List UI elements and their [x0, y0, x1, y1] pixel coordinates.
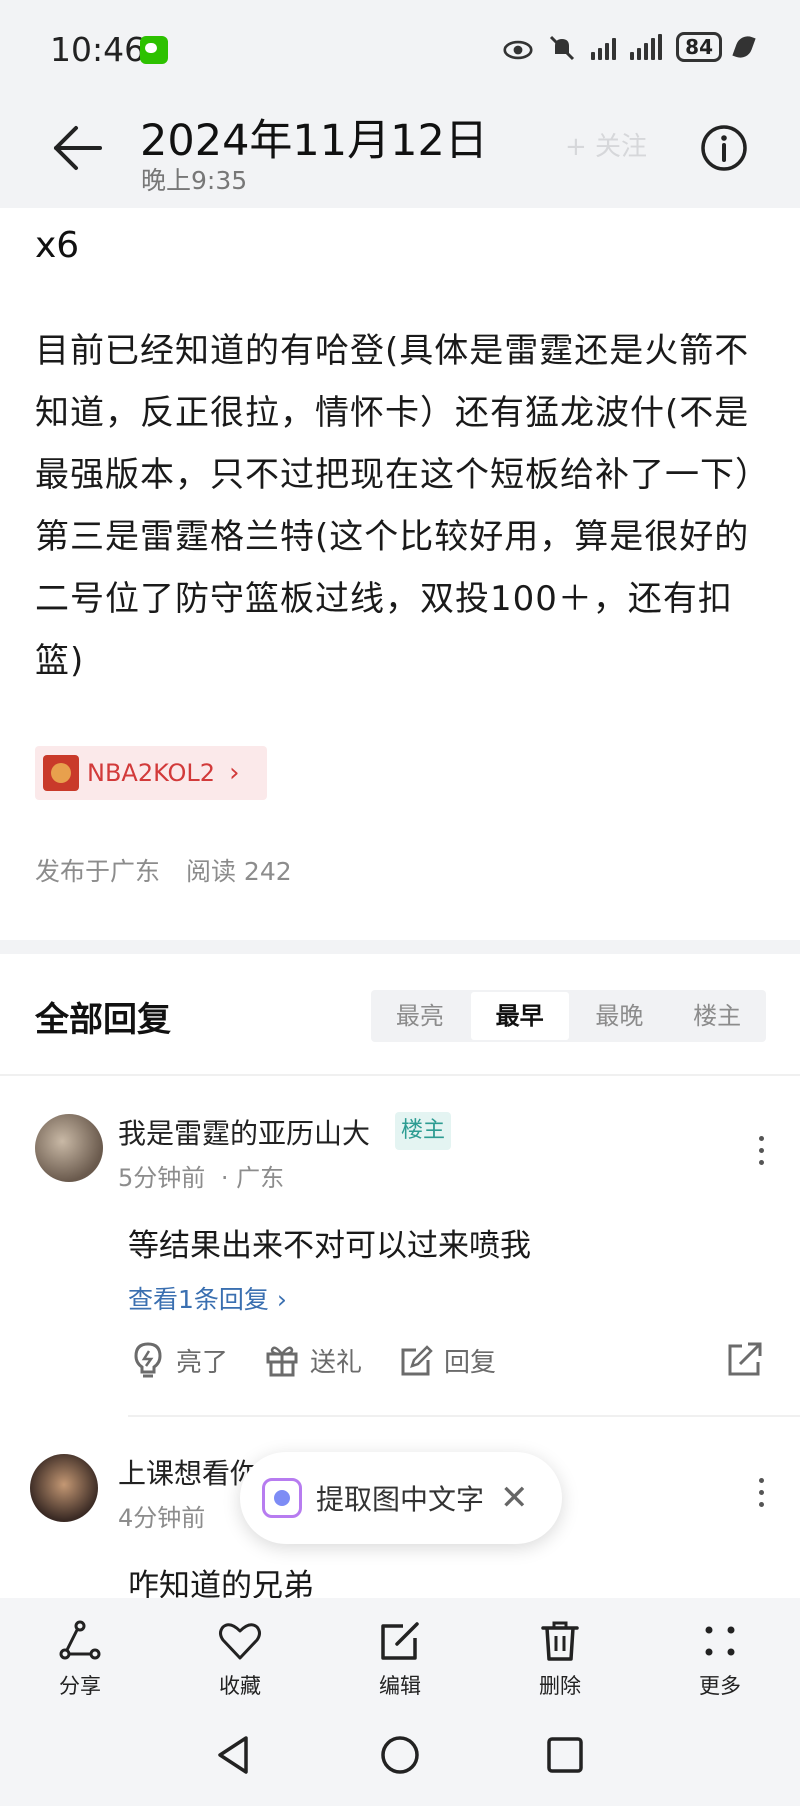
status-time: 10:46	[50, 30, 146, 69]
sort-tab-op-only[interactable]: 楼主	[668, 990, 766, 1042]
post-location: 发布于广东	[35, 857, 161, 886]
signal-icon	[591, 34, 617, 60]
share-out-icon[interactable]	[726, 1340, 764, 1378]
comment-username[interactable]: 我是雷霆的亚历山大	[118, 1112, 370, 1152]
battery-indicator: 84	[676, 32, 722, 62]
page-title: 2024年11月12日	[140, 116, 488, 166]
section-divider	[0, 940, 800, 954]
more-dots-icon	[705, 1626, 735, 1656]
divider	[128, 1415, 800, 1417]
like-label: 亮了	[176, 1347, 229, 1378]
delete-button[interactable]: 删除	[480, 1598, 640, 1708]
topic-tag[interactable]: NBA2KOL2 ›	[35, 746, 267, 800]
extract-text-label: 提取图中文字	[316, 1483, 485, 1516]
divider	[0, 1074, 800, 1076]
more-options-icon[interactable]	[757, 1478, 765, 1512]
sort-tab-latest[interactable]: 最晚	[571, 990, 669, 1042]
edit-label: 编辑	[379, 1674, 421, 1698]
reply-label: 回复	[444, 1347, 497, 1378]
favorite-label: 收藏	[219, 1674, 261, 1698]
back-arrow-icon[interactable]	[48, 118, 108, 178]
replies-title: 全部回复	[35, 1000, 171, 1040]
post-read-count: 阅读 242	[185, 857, 292, 886]
like-button[interactable]: 亮了	[130, 1341, 228, 1379]
reply-button[interactable]: 回复	[398, 1342, 496, 1379]
comment-meta: 5分钟前 · 广东	[118, 1158, 284, 1193]
extract-text-popup[interactable]: 提取图中文字 ✕	[240, 1452, 562, 1544]
comment-time: 4分钟前	[118, 1504, 206, 1532]
delete-label: 删除	[539, 1674, 581, 1698]
share-icon	[59, 1620, 101, 1660]
post-meta: 发布于广东 阅读 242	[35, 852, 310, 888]
nav-recents-icon[interactable]	[540, 1730, 590, 1780]
post-heading: x6	[35, 225, 80, 266]
lightbulb-icon	[134, 1342, 162, 1378]
share-button[interactable]: 分享	[0, 1598, 160, 1708]
system-nav-bar	[0, 1708, 800, 1806]
edit-button[interactable]: 编辑	[320, 1598, 480, 1708]
follow-ghost-text: + 关注	[565, 132, 648, 162]
edit-reply-icon	[401, 1345, 433, 1376]
view-replies-link[interactable]: 查看1条回复 ›	[128, 1280, 287, 1316]
eye-icon	[503, 32, 533, 62]
leaf-icon	[732, 32, 756, 62]
signal-icon-2	[630, 34, 663, 60]
op-badge: 楼主	[395, 1112, 452, 1150]
sort-tabs: 最亮 最早 最晚 楼主	[371, 990, 766, 1042]
gift-label: 送礼	[310, 1347, 363, 1378]
avatar[interactable]	[30, 1454, 98, 1522]
post-body: 目前已经知道的有哈登(具体是雷霆还是火箭不知道，反正很拉，情怀卡）还有猛龙波什(…	[35, 331, 770, 681]
comment-text: 等结果出来不对可以过来喷我	[128, 1228, 531, 1264]
nba2kol2-logo-icon	[43, 755, 79, 791]
comment-time: 5分钟前	[118, 1164, 206, 1192]
page-subtitle: 晚上9:35	[141, 166, 248, 195]
comment-actions: 亮了 送礼 回复	[130, 1336, 532, 1384]
chevron-right-icon: ›	[229, 758, 240, 788]
comment-username[interactable]: 上课想看你	[118, 1452, 258, 1492]
avatar[interactable]	[35, 1114, 103, 1182]
status-icons: 84	[503, 32, 756, 62]
share-label: 分享	[59, 1674, 101, 1698]
heart-icon	[219, 1623, 261, 1660]
more-options-icon[interactable]	[757, 1136, 765, 1170]
edit-icon	[381, 1622, 419, 1660]
gift-button[interactable]: 送礼	[264, 1342, 362, 1379]
nav-home-icon[interactable]	[375, 1730, 425, 1780]
mute-bell-icon	[547, 32, 577, 62]
ocr-scan-icon	[262, 1478, 302, 1518]
nav-back-icon[interactable]	[208, 1730, 258, 1780]
more-button[interactable]: 更多	[640, 1598, 800, 1708]
status-bar: 10:46 84	[0, 0, 800, 96]
trash-icon	[541, 1621, 579, 1661]
gift-icon	[266, 1346, 298, 1377]
comment-region: · 广东	[220, 1164, 285, 1192]
bottom-toolbar: 分享 收藏 编辑 删除 更多	[0, 1598, 800, 1708]
sort-tab-brightest[interactable]: 最亮	[371, 990, 469, 1042]
info-icon[interactable]	[700, 124, 748, 172]
wechat-notification-icon	[140, 36, 168, 64]
sort-tab-earliest[interactable]: 最早	[470, 992, 569, 1040]
title-bar: + 关注 2024年11月12日 晚上9:35	[0, 96, 800, 208]
topic-tag-label: NBA2KOL2	[87, 759, 216, 787]
more-label: 更多	[699, 1674, 741, 1698]
close-icon[interactable]: ✕	[500, 1478, 529, 1518]
favorite-button[interactable]: 收藏	[160, 1598, 320, 1708]
